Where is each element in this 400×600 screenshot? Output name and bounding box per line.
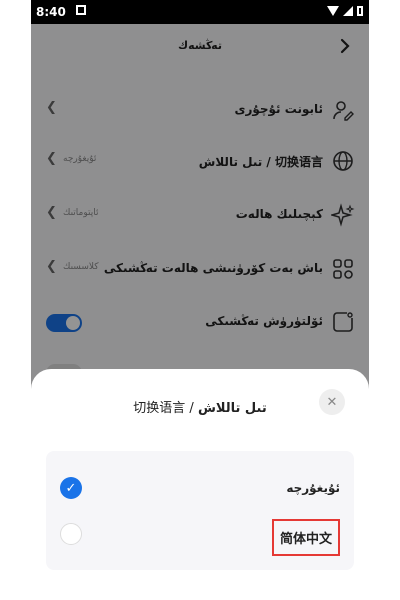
sheet-title-zh: 切换语言 [133, 401, 186, 416]
wifi-icon [327, 6, 339, 16]
language-option-chinese[interactable]: 简体中文 [46, 513, 354, 557]
radio-unchecked-icon[interactable] [60, 523, 82, 545]
status-bar: 8:40 [31, 0, 369, 24]
close-button[interactable]: ✕ [319, 389, 345, 415]
close-icon: ✕ [326, 394, 338, 410]
signal-icon [343, 6, 353, 16]
sheet-title-separator: / [185, 401, 198, 416]
status-time: 8:40 [36, 5, 66, 19]
battery-icon [357, 6, 363, 16]
phone-screen: 8:40 تەڭشەك ❮ ئابونت ئۇچۇرى ❮ ئۇيغۇرچە ت… [31, 0, 369, 600]
sheet-title-ug: تىل تاللاش [197, 401, 267, 416]
notification-icon [76, 5, 86, 15]
language-option-label: ئۇيغۇرچە [286, 481, 340, 495]
language-option-uyghur[interactable]: ✓ ئۇيغۇرچە [46, 467, 354, 511]
language-bottom-sheet: 切换语言 / تىل تاللاش ✕ ✓ ئۇيغۇرچە 简体中文 [31, 369, 369, 600]
check-icon: ✓ [65, 480, 77, 496]
system-icons [327, 6, 363, 16]
radio-checked-icon[interactable]: ✓ [60, 477, 82, 499]
language-option-label: 简体中文 [271, 519, 340, 556]
language-options-card: ✓ ئۇيغۇرچە 简体中文 [46, 451, 354, 570]
